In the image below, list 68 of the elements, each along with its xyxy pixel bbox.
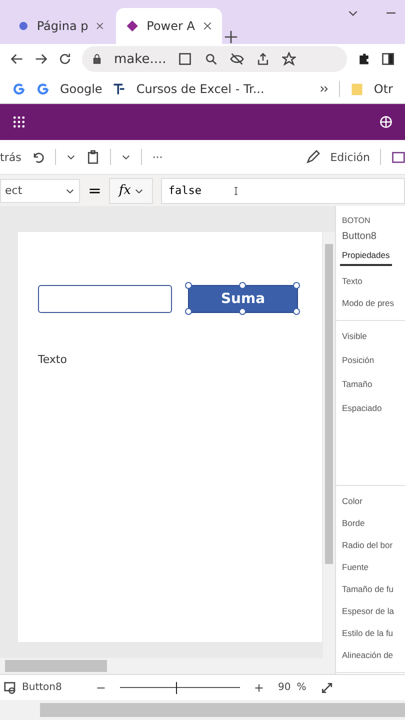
expand-icon[interactable] [320,680,334,694]
environment-icon[interactable] [379,115,393,129]
horizontal-scrollbar[interactable] [0,658,335,674]
property-label: Modo de pres [342,298,395,308]
bookmark-folder[interactable]: Otr [374,82,393,96]
fx-button[interactable]: fx [109,178,154,204]
browser-tab[interactable]: Página p [8,8,114,44]
google-logo-icon [36,82,50,96]
site-logo-icon [112,82,126,96]
selected-control: Button8 [22,682,82,693]
sum-button[interactable]: Suma [188,285,298,313]
text-label: Texto [38,353,68,366]
lock-icon [92,54,102,64]
close-icon[interactable] [202,21,212,31]
puzzle-icon[interactable] [357,52,371,66]
address-bar[interactable]: make.... [82,46,347,72]
property-label: Estilo de la fu [342,628,394,638]
double-chevron-icon[interactable] [318,84,329,94]
property-label: Texto [342,276,364,286]
tab-title: Power A [146,19,195,33]
close-icon[interactable] [96,21,104,31]
app-logo-icon [126,19,139,33]
property-label: Posición [342,355,376,365]
property-label: Fuente [342,562,370,572]
zoom-value: 90 [278,682,291,693]
tab-title: Página p [36,19,88,33]
bookmark-link[interactable]: Cursos de Excel - Tr... [136,82,264,96]
control-type: BOTON [341,216,372,225]
properties-tab[interactable]: Propiedades [340,250,392,266]
browser-tab[interactable]: Power A [116,8,222,44]
zoom-icon[interactable] [204,52,218,66]
plus-icon[interactable] [254,682,264,692]
pencil-icon[interactable] [306,150,320,164]
star-icon[interactable] [282,52,296,66]
more-command[interactable]: ··· [152,150,163,164]
new-tab-icon[interactable] [224,30,238,44]
undo-icon[interactable] [31,150,46,164]
sidebar-icon[interactable] [381,52,395,66]
vertical-scrollbar[interactable] [323,232,335,658]
property-label: Espesor de la [342,606,395,616]
control-name: Button8 [341,230,378,244]
back-command[interactable]: trás [0,150,22,164]
property-label: Tamaño de fu [342,584,395,594]
formula-field[interactable]: false [161,178,405,204]
equals-sign: = [88,181,102,200]
property-label: Borde [342,518,366,528]
property-label: Tamaño [342,379,374,389]
app-logo-icon [18,19,29,33]
paste-icon[interactable] [86,150,100,164]
app-launcher-icon[interactable] [12,115,26,129]
forward-icon[interactable] [34,52,48,66]
property-label: Alineación de [342,650,394,660]
percent-sign: % [296,682,306,693]
google-logo-icon [12,82,26,96]
property-dropdown[interactable]: ect [0,178,80,202]
property-label: Espaciado [342,403,383,413]
property-label: Radio del bor [342,540,394,550]
property-label: Color [342,496,364,506]
bottom-scrollbar[interactable] [0,700,405,720]
eye-off-icon[interactable] [230,52,244,66]
text-input[interactable] [38,285,172,313]
back-icon[interactable] [10,52,24,66]
url-text: make.... [114,52,166,66]
control-icon [4,680,18,694]
bookmark-link[interactable]: Google [60,82,102,96]
edit-command[interactable]: Edición [330,150,370,164]
property-label: Visible [342,331,368,341]
reload-icon[interactable] [58,52,72,66]
